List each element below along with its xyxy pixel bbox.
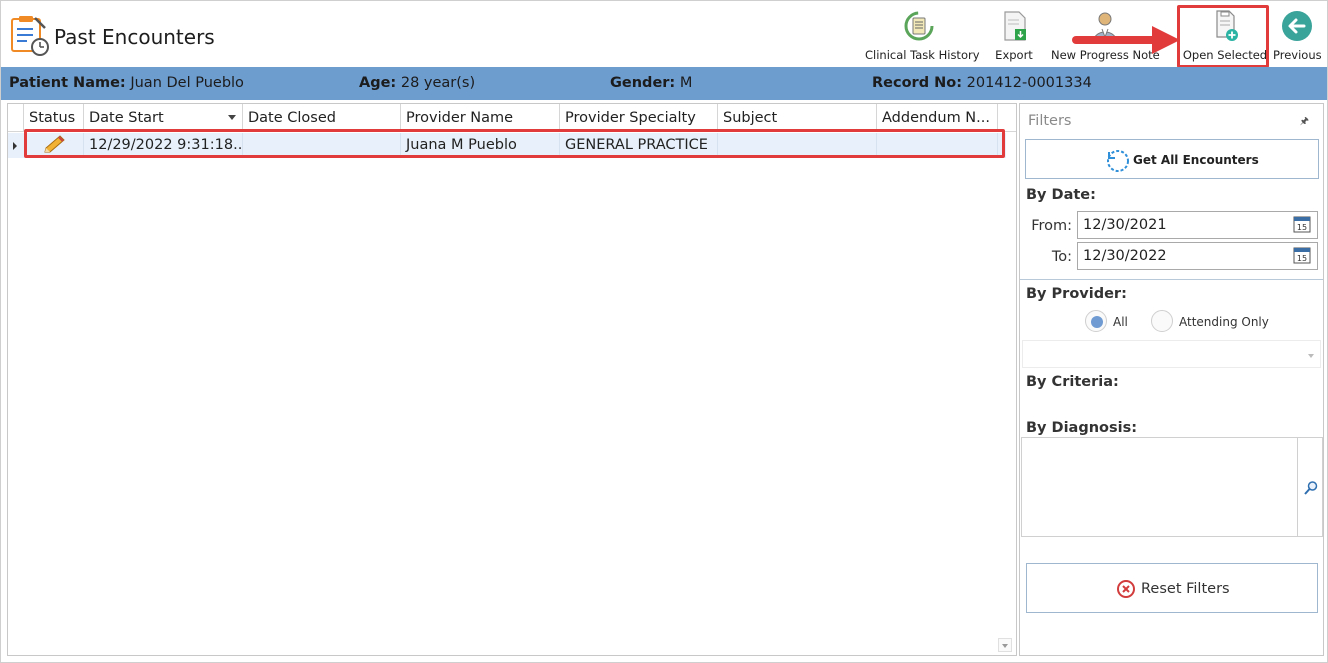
export-button[interactable]: Export — [991, 7, 1037, 63]
patient-age: 28 year(s) — [400, 75, 476, 91]
previous-label: Previous — [1273, 48, 1322, 62]
column-provider-name[interactable]: Provider Name — [401, 104, 560, 132]
clinical-task-history-icon — [904, 11, 934, 41]
patient-info-bar: Patient Name: Juan Del Pueblo Age: 28 ye… — [1, 67, 1327, 100]
column-addendum[interactable]: Addendum N... — [877, 104, 998, 132]
diagnosis-list[interactable] — [1021, 437, 1298, 537]
encounters-grid: Status Date Start Date Closed Provider N… — [7, 103, 1017, 656]
record-number: 201412-0001334 — [966, 75, 1092, 91]
radio-all-label: All — [1113, 315, 1128, 329]
column-status[interactable]: Status — [24, 104, 84, 132]
calendar-icon[interactable]: 15 — [1293, 246, 1311, 264]
to-label: To: — [1051, 249, 1072, 265]
record-no-field: Record No: 201412-0001334 — [872, 75, 1092, 91]
reset-icon — [1117, 580, 1135, 598]
by-date-label: By Date: — [1026, 187, 1096, 203]
scroll-down-button[interactable] — [998, 638, 1012, 652]
sort-descending-icon — [228, 115, 236, 120]
diagnosis-search-button[interactable] — [1297, 437, 1323, 537]
divider — [1020, 279, 1323, 280]
reset-filters-button[interactable]: Reset Filters — [1026, 563, 1318, 613]
patient-name: Juan Del Pueblo — [130, 75, 244, 91]
by-provider-label: By Provider: — [1026, 286, 1127, 302]
past-encounters-icon — [11, 16, 49, 56]
radio-attending-only[interactable] — [1151, 310, 1173, 332]
get-all-encounters-button[interactable]: Get All Encounters — [1025, 139, 1319, 179]
calendar-day: 15 — [1297, 223, 1307, 232]
pin-icon[interactable]: 🖈 — [1300, 114, 1309, 131]
patient-gender: M — [679, 75, 693, 91]
calendar-day: 15 — [1297, 254, 1307, 263]
radio-all[interactable] — [1085, 310, 1107, 332]
row-indicator-header — [8, 104, 24, 132]
by-criteria-label: By Criteria: — [1026, 374, 1119, 390]
radio-attending-only-label: Attending Only — [1179, 315, 1269, 329]
column-date-closed[interactable]: Date Closed — [243, 104, 401, 132]
open-selected-highlight — [1177, 5, 1269, 68]
from-date-input[interactable]: 12/30/2021 15 — [1077, 211, 1318, 239]
from-label: From: — [1031, 218, 1072, 234]
reset-filters-label: Reset Filters — [1141, 581, 1230, 597]
page-title: Past Encounters — [54, 25, 215, 49]
clinical-task-history-label: Clinical Task History — [865, 48, 980, 62]
filters-title: Filters — [1028, 113, 1072, 129]
column-date-start-label: Date Start — [89, 110, 164, 126]
row-highlight — [24, 129, 1005, 158]
column-provider-specialty[interactable]: Provider Specialty — [560, 104, 718, 132]
current-row-indicator — [13, 142, 17, 150]
previous-button[interactable]: Previous — [1273, 7, 1322, 63]
from-date-value: 12/30/2021 — [1083, 217, 1167, 233]
column-subject[interactable]: Subject — [718, 104, 877, 132]
to-date-input[interactable]: 12/30/2022 15 — [1077, 242, 1318, 270]
column-date-start[interactable]: Date Start — [84, 104, 243, 132]
age-field: Age: 28 year(s) — [359, 75, 476, 91]
callout-arrow — [1072, 26, 1180, 54]
calendar-icon[interactable]: 15 — [1293, 215, 1311, 233]
clinical-task-history-button[interactable]: Clinical Task History — [865, 7, 980, 63]
back-arrow-icon — [1282, 11, 1312, 41]
patient-name-field: Patient Name: Juan Del Pueblo — [9, 75, 244, 91]
filters-panel: Filters 🖈 Get All Encounters By Date: Fr… — [1019, 103, 1324, 656]
grid-header: Status Date Start Date Closed Provider N… — [8, 104, 1016, 132]
refresh-icon — [1107, 150, 1129, 172]
by-diagnosis-label: By Diagnosis: — [1026, 420, 1138, 436]
search-icon — [1304, 481, 1318, 495]
provider-dropdown[interactable] — [1022, 340, 1321, 368]
to-date-value: 12/30/2022 — [1083, 248, 1167, 264]
export-icon — [1004, 11, 1026, 41]
get-all-encounters-label: Get All Encounters — [1133, 153, 1259, 167]
gender-field: Gender: M — [610, 75, 693, 91]
export-label: Export — [995, 48, 1033, 62]
